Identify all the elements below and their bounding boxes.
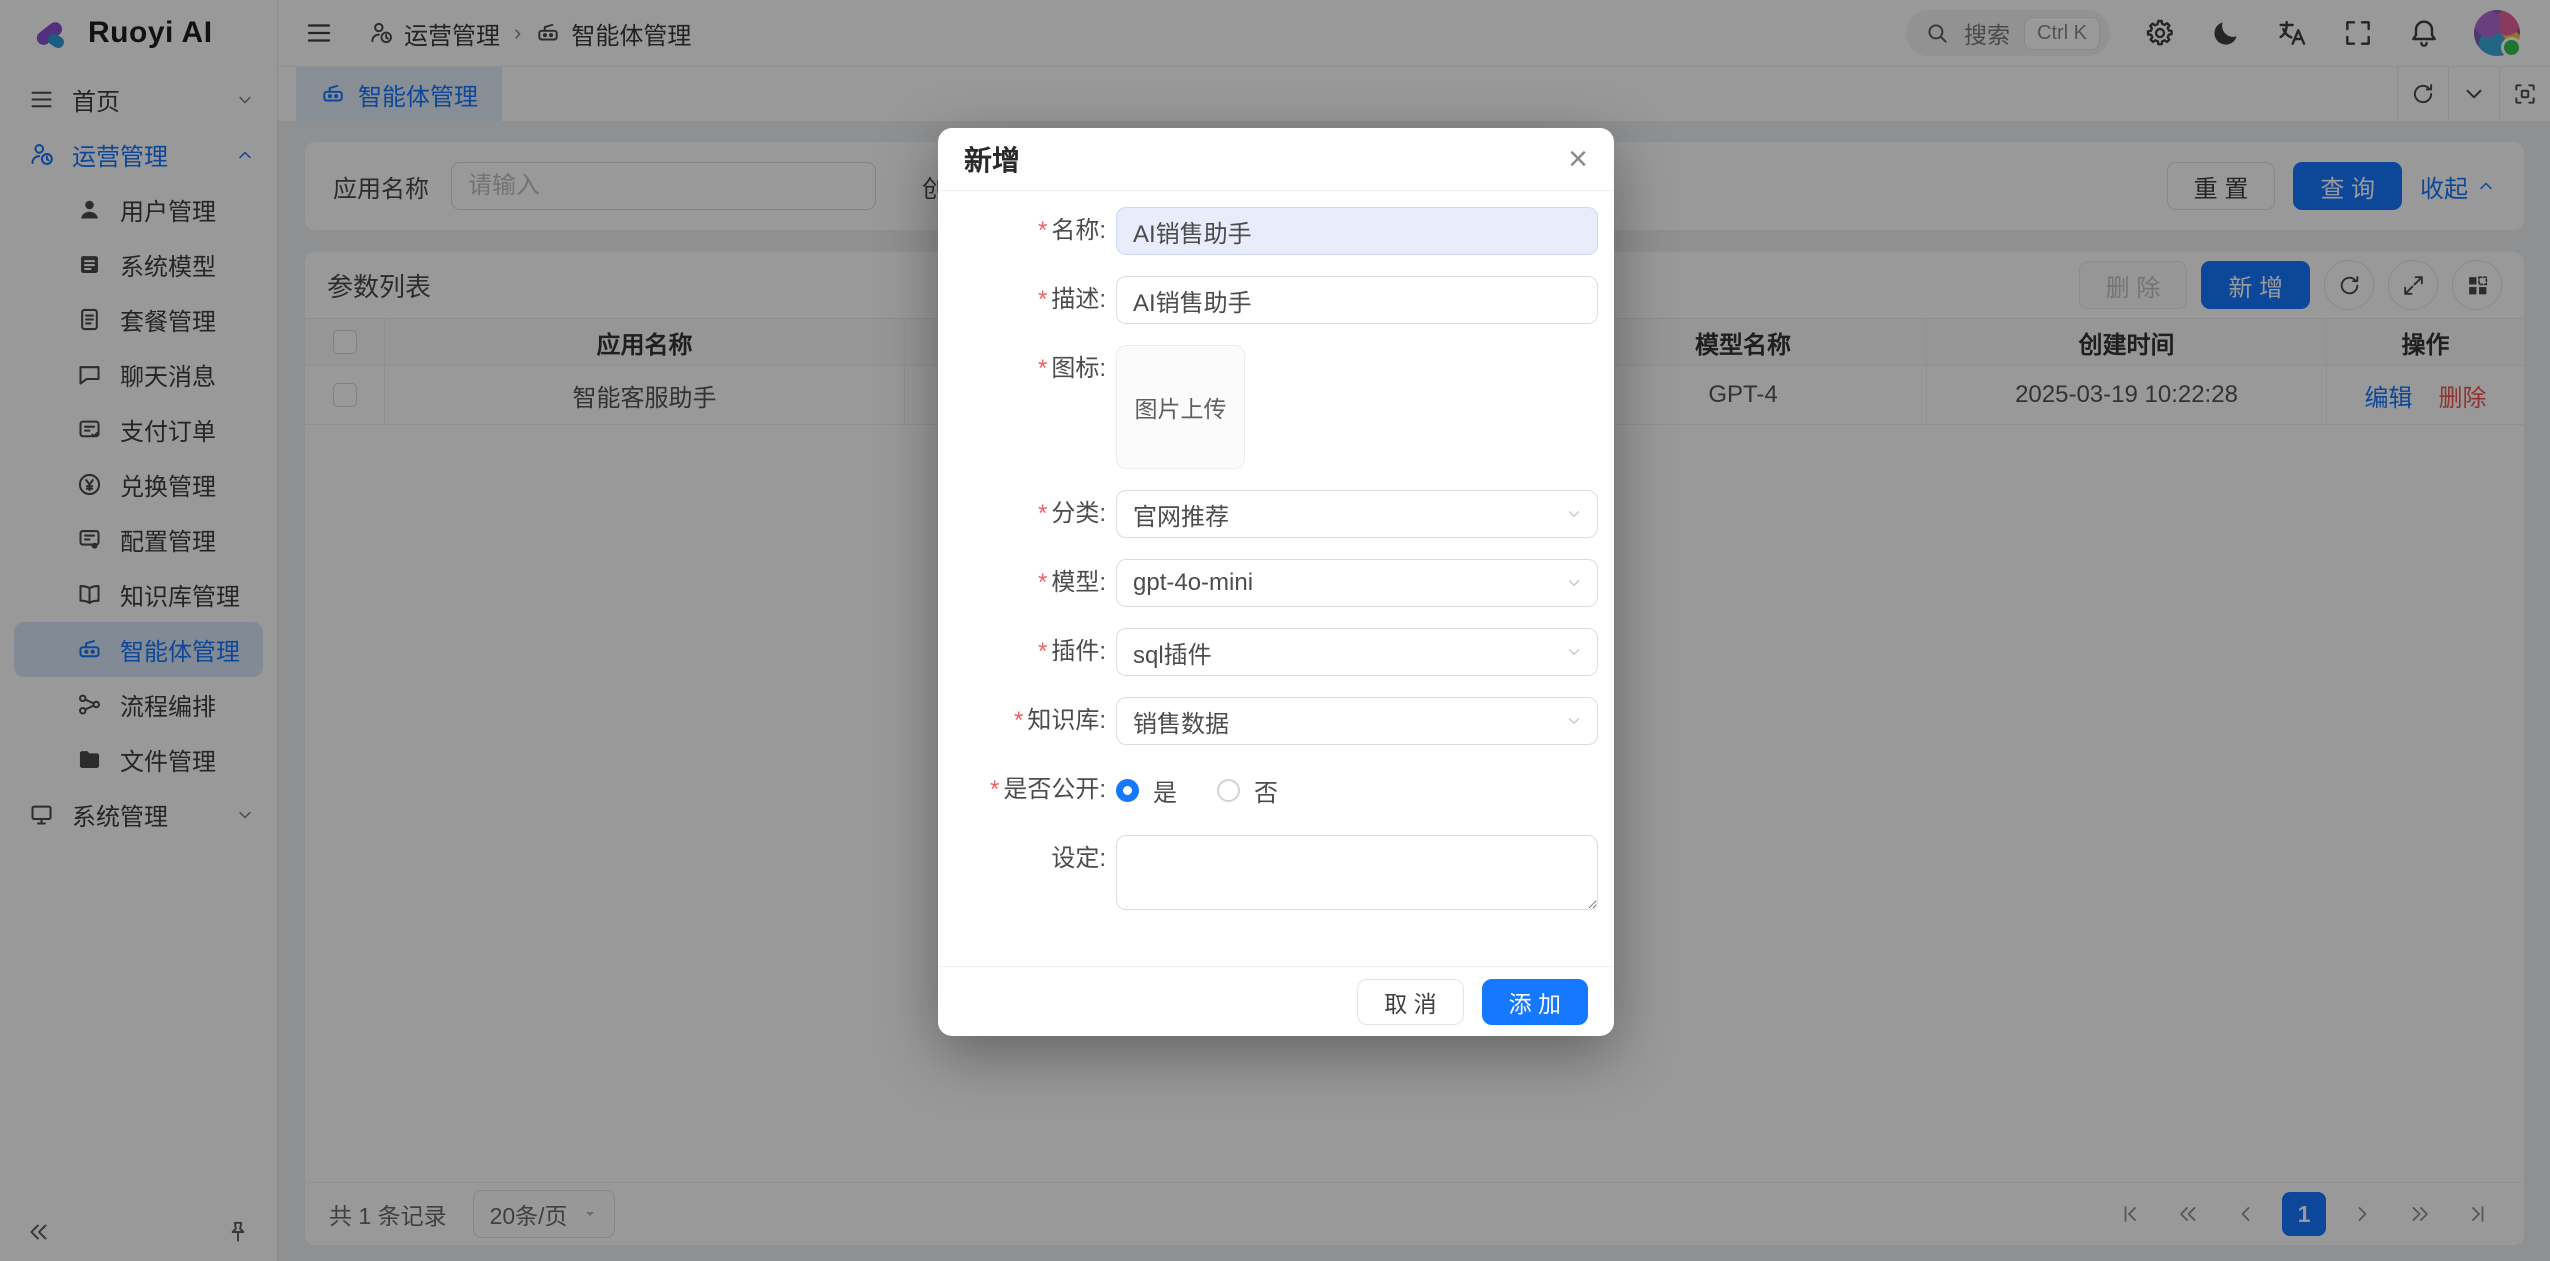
icon-field-label: *图标: <box>938 345 1116 393</box>
plugin-field-label: *插件: <box>938 628 1116 676</box>
plugin-select[interactable]: sql插件 <box>1116 628 1598 676</box>
name-field-label: *名称: <box>938 207 1116 255</box>
form-row-name: *名称: <box>938 207 1598 255</box>
chevron-down-icon <box>1565 574 1583 592</box>
required-mark: * <box>1038 355 1047 382</box>
modal-body: *名称: *描述: *图标: 图片上传 *分类: 官网推荐 <box>938 191 1614 915</box>
modal-footer: 取 消 添 加 <box>938 966 1614 1036</box>
form-row-plugin: *插件: sql插件 <box>938 628 1598 676</box>
chevron-down-icon <box>1565 505 1583 523</box>
model-field-label: *模型: <box>938 559 1116 607</box>
desc-field-label: *描述: <box>938 276 1116 324</box>
chevron-down-icon <box>1565 643 1583 661</box>
close-icon[interactable]: × <box>1568 142 1588 176</box>
form-row-setting: 设定: <box>938 835 1598 915</box>
chevron-down-icon <box>1565 712 1583 730</box>
name-input[interactable] <box>1116 207 1598 255</box>
upload-label: 图片上传 <box>1135 390 1227 424</box>
form-row-icon: *图标: 图片上传 <box>938 345 1598 469</box>
required-mark: * <box>1038 569 1047 596</box>
required-mark: * <box>1014 707 1023 734</box>
radio-yes[interactable] <box>1116 779 1139 802</box>
kb-field-label: *知识库: <box>938 697 1116 745</box>
public-field-label: *是否公开: <box>938 766 1116 814</box>
setting-field-label: 设定: <box>938 835 1116 883</box>
setting-textarea[interactable] <box>1116 835 1598 910</box>
knowledge-base-select[interactable]: 销售数据 <box>1116 697 1598 745</box>
cancel-button[interactable]: 取 消 <box>1357 979 1463 1025</box>
required-mark: * <box>1038 638 1047 665</box>
submit-add-button[interactable]: 添 加 <box>1482 979 1588 1025</box>
radio-no-label: 否 <box>1254 773 1278 808</box>
radio-no[interactable] <box>1217 779 1240 802</box>
modal-header: 新增 × <box>938 128 1614 191</box>
model-select[interactable]: gpt-4o-mini <box>1116 559 1598 607</box>
kb-value: 销售数据 <box>1133 704 1229 739</box>
model-value: gpt-4o-mini <box>1133 569 1253 597</box>
required-mark: * <box>1038 286 1047 313</box>
plugin-value: sql插件 <box>1133 635 1212 670</box>
category-field-label: *分类: <box>938 490 1116 538</box>
form-row-desc: *描述: <box>938 276 1598 324</box>
required-mark: * <box>990 776 999 803</box>
image-upload-box[interactable]: 图片上传 <box>1116 345 1245 469</box>
modal-title: 新增 <box>964 139 1020 179</box>
category-select[interactable]: 官网推荐 <box>1116 490 1598 538</box>
form-row-knowledge-base: *知识库: 销售数据 <box>938 697 1598 745</box>
required-mark: * <box>1038 217 1047 244</box>
add-agent-modal: 新增 × *名称: *描述: *图标: 图片上传 *分类: 官网推荐 <box>938 128 1614 1036</box>
public-radio-group: 是 否 <box>1116 766 1598 814</box>
form-row-model: *模型: gpt-4o-mini <box>938 559 1598 607</box>
form-row-category: *分类: 官网推荐 <box>938 490 1598 538</box>
category-value: 官网推荐 <box>1133 497 1229 532</box>
desc-input[interactable] <box>1116 276 1598 324</box>
form-row-public: *是否公开: 是 否 <box>938 766 1598 814</box>
required-mark: * <box>1038 500 1047 527</box>
radio-yes-label: 是 <box>1153 773 1177 808</box>
